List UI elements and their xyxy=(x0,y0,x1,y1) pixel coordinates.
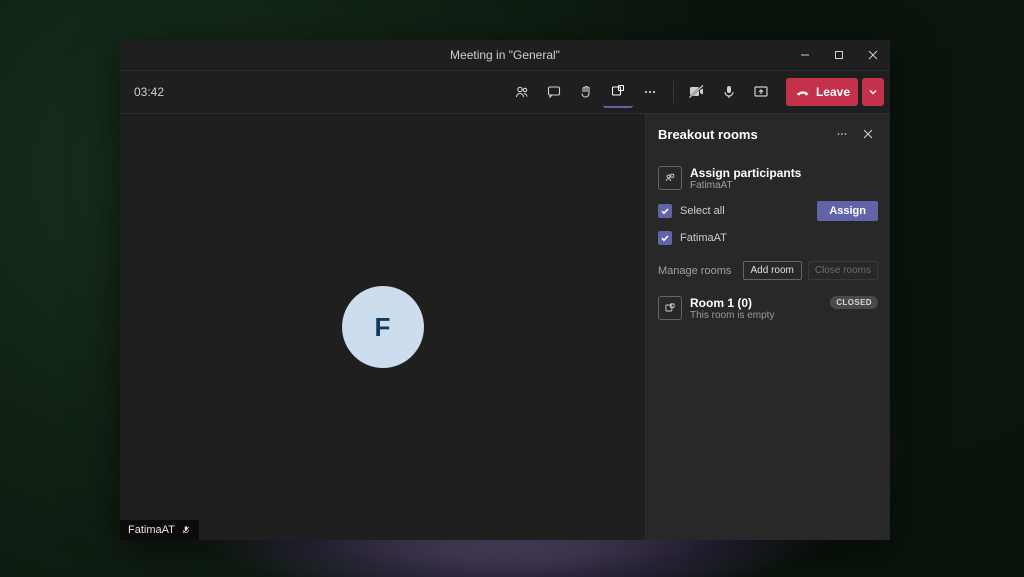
manage-rooms-row: Manage rooms Add room Close rooms xyxy=(658,261,878,280)
leave-button[interactable]: Leave xyxy=(786,78,858,106)
toolbar-divider xyxy=(673,81,674,103)
camera-button[interactable] xyxy=(682,77,712,107)
participant-name-pill: FatimaAT xyxy=(120,520,199,540)
chat-button[interactable] xyxy=(539,77,569,107)
close-rooms-button[interactable]: Close rooms xyxy=(808,261,878,280)
minimize-button[interactable] xyxy=(788,40,822,70)
select-all-checkbox[interactable] xyxy=(658,204,672,218)
hangup-icon xyxy=(796,85,810,99)
panel-more-button[interactable] xyxy=(832,124,852,144)
add-room-button[interactable]: Add room xyxy=(743,261,802,280)
raise-hand-icon xyxy=(578,84,594,100)
minimize-icon xyxy=(800,50,810,60)
people-icon xyxy=(514,84,530,100)
mic-button[interactable] xyxy=(714,77,744,107)
select-all-row: Select all Assign xyxy=(658,201,878,221)
maximize-icon xyxy=(834,50,844,60)
close-button[interactable] xyxy=(856,40,890,70)
meeting-window: Meeting in "General" 03:42 xyxy=(120,40,890,540)
manage-rooms-label: Manage rooms xyxy=(658,265,731,277)
title-bar: Meeting in "General" xyxy=(120,40,890,71)
check-icon xyxy=(660,233,670,243)
assign-title: Assign participants xyxy=(690,166,801,180)
panel-header: Breakout rooms xyxy=(658,124,878,144)
breakout-rooms-panel: Breakout rooms Assign participants Fatim… xyxy=(645,114,890,540)
mic-muted-icon xyxy=(181,525,191,535)
participant-label: FatimaAT xyxy=(680,232,727,244)
close-icon xyxy=(862,128,874,140)
participant-row: FatimaAT xyxy=(658,231,878,245)
breakout-rooms-button[interactable] xyxy=(603,76,633,108)
maximize-button[interactable] xyxy=(822,40,856,70)
window-controls xyxy=(788,40,890,70)
room-status-badge: CLOSED xyxy=(830,296,878,309)
room-icon xyxy=(658,296,682,320)
breakout-rooms-icon xyxy=(610,83,626,99)
assign-participants-row: Assign participants FatimaAT xyxy=(658,166,878,191)
more-actions-button[interactable] xyxy=(635,77,665,107)
share-screen-icon xyxy=(753,84,769,100)
room-row[interactable]: Room 1 (0) This room is empty CLOSED xyxy=(658,296,878,321)
meeting-toolbar: 03:42 xyxy=(120,71,890,114)
room-name: Room 1 (0) xyxy=(690,296,774,310)
close-icon xyxy=(868,50,878,60)
assign-participants-icon xyxy=(658,166,682,190)
mic-icon xyxy=(721,84,737,100)
select-all-label: Select all xyxy=(680,205,725,217)
video-stage: F FatimaAT xyxy=(120,114,645,540)
meeting-body: F FatimaAT Breakout rooms xyxy=(120,114,890,540)
avatar-initial: F xyxy=(375,312,391,343)
chevron-down-icon xyxy=(868,87,878,97)
participants-button[interactable] xyxy=(507,77,537,107)
toolbar-icons: Leave xyxy=(507,76,884,108)
close-rooms-label: Close rooms xyxy=(815,265,871,276)
participant-avatar: F xyxy=(342,286,424,368)
camera-off-icon xyxy=(688,84,706,100)
check-icon xyxy=(660,206,670,216)
assign-button-label: Assign xyxy=(829,205,866,217)
chat-icon xyxy=(546,84,562,100)
participant-checkbox[interactable] xyxy=(658,231,672,245)
assign-subtitle: FatimaAT xyxy=(690,180,801,191)
assign-button[interactable]: Assign xyxy=(817,201,878,221)
add-room-label: Add room xyxy=(751,265,794,276)
room-subtitle: This room is empty xyxy=(690,310,774,321)
participant-name: FatimaAT xyxy=(128,524,175,536)
panel-title: Breakout rooms xyxy=(658,127,826,142)
leave-options-button[interactable] xyxy=(862,78,884,106)
leave-label: Leave xyxy=(816,85,850,99)
more-icon xyxy=(835,127,849,141)
raise-hand-button[interactable] xyxy=(571,77,601,107)
window-title: Meeting in "General" xyxy=(450,48,560,62)
share-button[interactable] xyxy=(746,77,776,107)
more-icon xyxy=(642,84,658,100)
meeting-timer: 03:42 xyxy=(134,85,164,99)
panel-close-button[interactable] xyxy=(858,124,878,144)
